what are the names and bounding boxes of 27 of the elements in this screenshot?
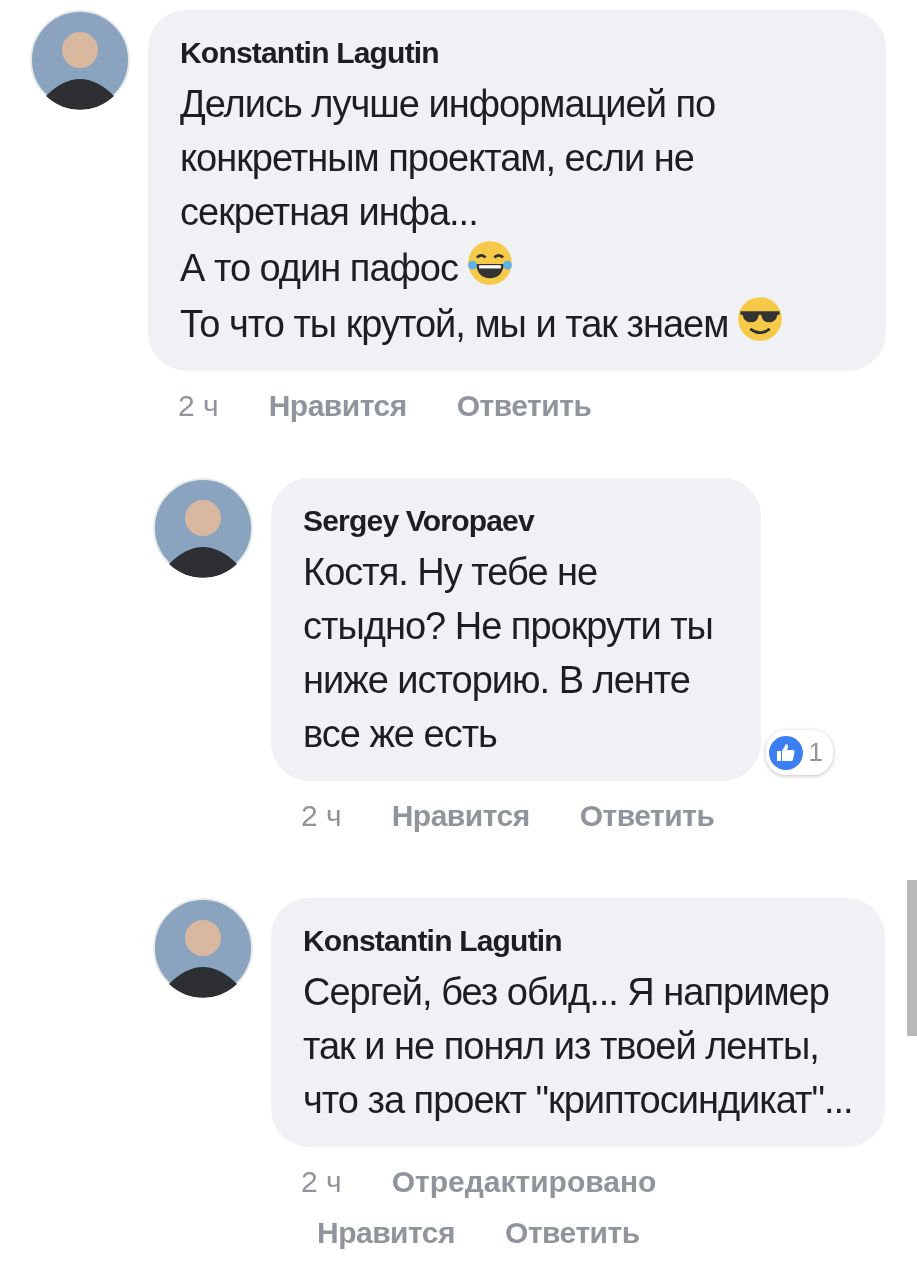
comment-text: Сергей, без обид... Я например так и не понял из твоей ленты, что за проект "криптосиндикат"... (303, 971, 853, 1121)
reaction-badge[interactable]: 1 (765, 730, 833, 775)
author-name[interactable]: Konstantin Lagutin (303, 918, 861, 963)
reply-button[interactable]: Ответить (579, 793, 715, 838)
reaction-count: 1 (808, 736, 823, 769)
scrollbar[interactable] (907, 880, 917, 1036)
avatar[interactable] (30, 10, 130, 110)
edited-label: Отредактировано (391, 1164, 657, 1200)
comment-text: Костя. Ну тебе не стыдно? Не прокрути ты ниже историю. В ленте все же есть (303, 551, 713, 755)
sunglasses-emoji-icon (736, 295, 785, 343)
avatar[interactable] (153, 898, 253, 998)
like-button[interactable]: Нравится (391, 793, 530, 838)
author-name[interactable]: Sergey Voropaev (303, 498, 737, 543)
comment-text: А то один пафос (180, 247, 458, 289)
like-button[interactable]: Нравится (317, 1210, 456, 1255)
avatar[interactable] (153, 478, 253, 578)
reply-button[interactable]: Ответить (505, 1210, 640, 1255)
laughing-emoji-icon (465, 239, 514, 287)
timestamp: 2 ч (301, 1164, 342, 1200)
like-icon (768, 735, 803, 770)
timestamp: 2 ч (178, 388, 219, 424)
timestamp: 2 ч (301, 798, 342, 834)
like-button[interactable]: Нравится (268, 383, 407, 428)
reply-button[interactable]: Ответить (456, 383, 592, 428)
comment-text: То что ты крутой, мы и так знаем (180, 303, 729, 345)
comment-text: Делись лучше информацией по конкретным проектам, если не секретная инфа... (180, 83, 716, 233)
author-name[interactable]: Konstantin Lagutin (180, 30, 862, 75)
